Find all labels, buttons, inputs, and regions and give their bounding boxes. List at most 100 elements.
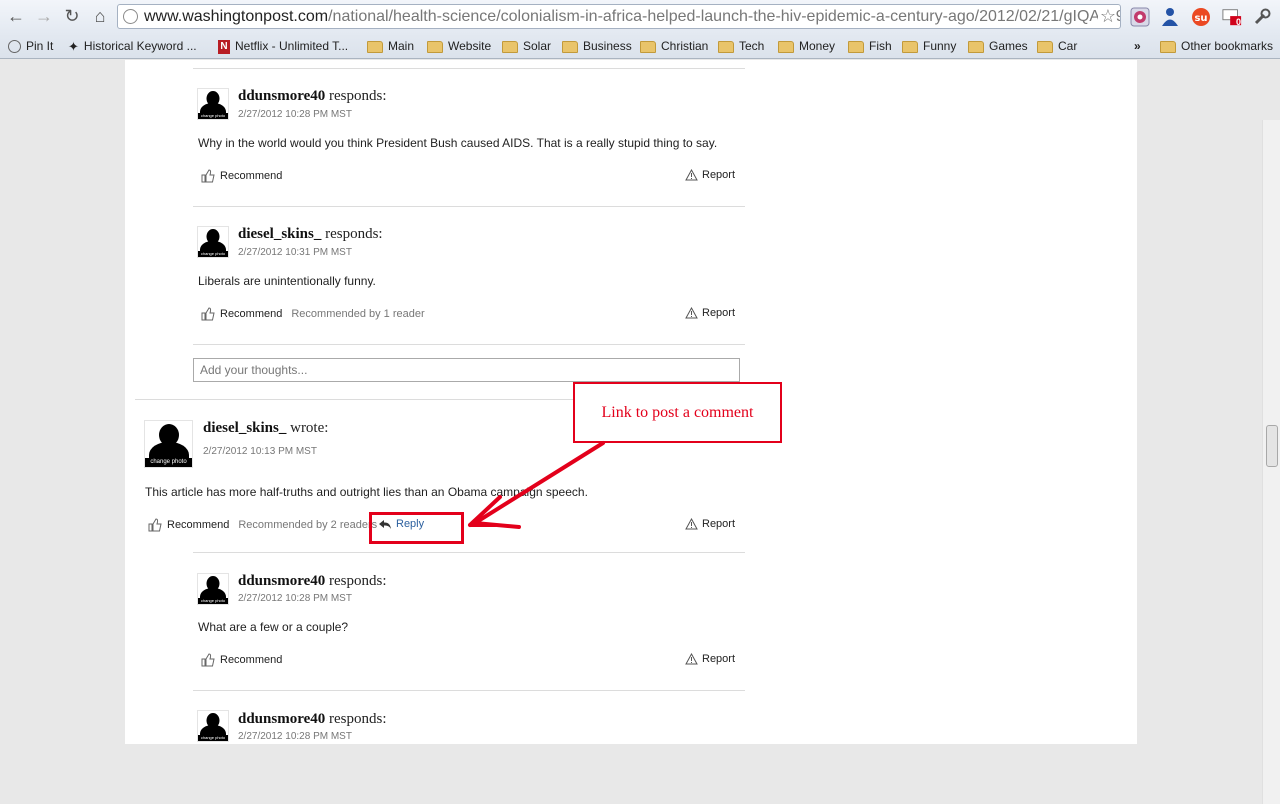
bookmark-star-icon[interactable]: ☆ xyxy=(1097,5,1116,28)
divider xyxy=(193,690,745,691)
comment-author: ddunsmore40 responds: xyxy=(238,711,387,727)
recommend-count: Recommended by 1 reader xyxy=(291,308,425,320)
url-text: www.washingtonpost.com/national/health-s… xyxy=(144,8,1121,25)
folder-icon xyxy=(902,40,918,53)
scrollbar-thumb[interactable] xyxy=(1266,425,1278,467)
home-icon[interactable]: ⌂ xyxy=(90,6,110,26)
settings-gear-icon[interactable] xyxy=(1130,7,1150,27)
comment-text: Liberals are unintentionally funny. xyxy=(198,274,376,288)
comment-author: diesel_skins_ responds: xyxy=(238,226,383,242)
stumbleupon-icon[interactable]: su xyxy=(1191,7,1211,27)
avatar[interactable]: change photo xyxy=(197,226,229,258)
bookmark-folder-games[interactable]: Games xyxy=(968,38,1028,55)
comment-author: ddunsmore40 responds: xyxy=(238,573,387,589)
bookmark-folder-website[interactable]: Website xyxy=(427,38,491,55)
folder-icon xyxy=(562,40,578,53)
divider xyxy=(193,552,745,553)
warning-icon xyxy=(685,307,698,319)
forward-icon[interactable]: → xyxy=(34,6,54,26)
bookmark-folder-solar[interactable]: Solar xyxy=(502,38,551,55)
bookmark-pin-it[interactable]: Pin It xyxy=(8,38,53,55)
globe-icon xyxy=(123,9,138,24)
svg-text:su: su xyxy=(1194,13,1207,24)
warning-icon xyxy=(685,169,698,181)
folder-icon xyxy=(1037,40,1053,53)
thumbs-up-icon xyxy=(201,169,215,183)
annotation-callout: Link to post a comment xyxy=(573,382,782,443)
folder-icon xyxy=(502,40,518,53)
address-bar[interactable]: www.washingtonpost.com/national/health-s… xyxy=(117,4,1121,29)
recommend-button[interactable]: Recommend xyxy=(201,169,282,183)
bookmark-folder-funny[interactable]: Funny xyxy=(902,38,956,55)
reload-icon[interactable]: ↻ xyxy=(62,6,82,26)
folder-icon xyxy=(718,40,734,53)
folder-icon xyxy=(968,40,984,53)
warning-icon xyxy=(685,518,698,530)
bookmarks-overflow-chevron[interactable]: » xyxy=(1134,38,1141,55)
report-button[interactable]: Report xyxy=(685,307,735,319)
report-button[interactable]: Report xyxy=(685,518,735,530)
report-button[interactable]: Report xyxy=(685,169,735,181)
author-name-link[interactable]: diesel_skins_ xyxy=(203,420,286,436)
pin-icon xyxy=(8,40,21,53)
divider xyxy=(193,68,745,69)
bookmark-historical-keyword[interactable]: ✦ Historical Keyword ... xyxy=(68,38,197,55)
comment-author: ddunsmore40 responds: xyxy=(238,88,387,104)
comment-timestamp: 2/27/2012 10:31 PM MST xyxy=(238,247,352,258)
other-bookmarks[interactable]: Other bookmarks xyxy=(1160,38,1273,55)
comment-text: Why in the world would you think Preside… xyxy=(198,136,718,150)
folder-icon xyxy=(1160,40,1176,53)
bookmark-folder-car[interactable]: Car xyxy=(1037,38,1077,55)
folder-icon xyxy=(778,40,794,53)
folder-icon xyxy=(367,40,383,53)
comment-text: This article has more half-truths and ou… xyxy=(145,485,588,499)
vertical-scrollbar[interactable] xyxy=(1262,120,1280,804)
wrench-icon[interactable] xyxy=(1252,7,1272,27)
avatar[interactable]: change photo xyxy=(197,573,229,605)
user-icon[interactable] xyxy=(1160,7,1180,27)
author-name-link[interactable]: ddunsmore40 xyxy=(238,711,325,727)
thumbs-up-icon xyxy=(201,653,215,667)
avatar[interactable]: change photo xyxy=(197,88,229,120)
add-thoughts-input[interactable] xyxy=(193,358,740,382)
warning-icon xyxy=(685,653,698,665)
comment-author: diesel_skins_ wrote: xyxy=(203,420,329,436)
thumbs-up-icon xyxy=(201,307,215,321)
author-name-link[interactable]: ddunsmore40 xyxy=(238,573,325,589)
comment-timestamp: 2/27/2012 10:13 PM MST xyxy=(203,446,317,457)
comment-timestamp: 2/27/2012 10:28 PM MST xyxy=(238,731,352,742)
annotation-callout-text: Link to post a comment xyxy=(601,404,754,421)
recommend-button[interactable]: Recommend Recommended by 1 reader xyxy=(201,307,425,321)
mail-badge: 0 xyxy=(1236,17,1242,27)
bookmark-folder-christian[interactable]: Christian xyxy=(640,38,708,55)
avatar[interactable]: change photo xyxy=(197,710,229,742)
comment-timestamp: 2/27/2012 10:28 PM MST xyxy=(238,593,352,604)
bookmark-folder-money[interactable]: Money xyxy=(778,38,835,55)
bookmark-folder-fish[interactable]: Fish xyxy=(848,38,892,55)
annotation-reply-highlight xyxy=(369,512,464,544)
author-name-link[interactable]: ddunsmore40 xyxy=(238,88,325,104)
folder-icon xyxy=(640,40,656,53)
recommend-count: Recommended by 2 readers xyxy=(238,519,378,531)
avatar[interactable]: change photo xyxy=(144,420,193,468)
bookmark-folder-main[interactable]: Main xyxy=(367,38,414,55)
browser-toolbar: ← → ↻ ⌂ www.washingtonpost.com/national/… xyxy=(0,0,1280,34)
folder-icon xyxy=(427,40,443,53)
bookmark-folder-tech[interactable]: Tech xyxy=(718,38,764,55)
back-icon[interactable]: ← xyxy=(6,6,26,26)
bookmark-netflix[interactable]: N Netflix - Unlimited T... xyxy=(218,38,348,55)
netflix-icon: N xyxy=(218,39,230,54)
keyword-icon: ✦ xyxy=(68,39,79,54)
divider xyxy=(193,344,745,345)
author-name-link[interactable]: diesel_skins_ xyxy=(238,226,321,242)
recommend-button[interactable]: Recommend Recommended by 2 readers xyxy=(148,518,377,532)
folder-icon xyxy=(848,40,864,53)
comment-timestamp: 2/27/2012 10:28 PM MST xyxy=(238,109,352,120)
comment-text: What are a few or a couple? xyxy=(198,620,349,634)
report-button[interactable]: Report xyxy=(685,653,735,665)
thumbs-up-icon xyxy=(148,518,162,532)
bookmarks-bar: Pin It ✦ Historical Keyword ... N Netfli… xyxy=(0,34,1280,59)
bookmark-folder-business[interactable]: Business xyxy=(562,38,632,55)
divider xyxy=(193,206,745,207)
recommend-button[interactable]: Recommend xyxy=(201,653,282,667)
